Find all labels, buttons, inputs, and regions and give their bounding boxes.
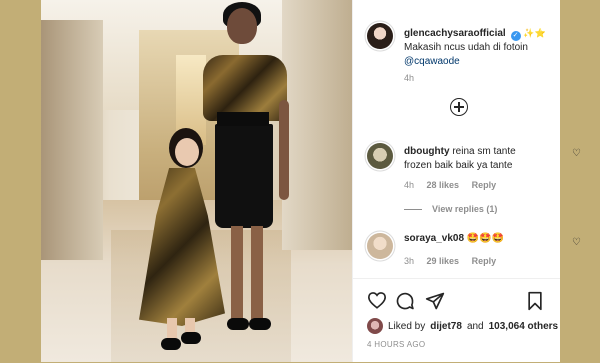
view-replies-label: View replies (1): [432, 204, 498, 214]
author-avatar[interactable]: [367, 23, 393, 49]
photo-wall-right: [282, 0, 352, 250]
action-bar: Liked by dijet78 and 103,064 others 4 HO…: [353, 278, 560, 363]
caption-mention[interactable]: @cqawaode: [404, 56, 460, 67]
likes-count[interactable]: 103,064 others: [489, 321, 559, 332]
girl-face: [175, 138, 199, 166]
comment-username[interactable]: soraya_vk08: [404, 233, 464, 244]
post-time-ago: 4 HOURS AGO: [367, 340, 426, 349]
likes-summary: Liked by dijet78 and 103,064 others: [367, 318, 558, 334]
share-icon[interactable]: [425, 291, 445, 311]
comment-time: 3h: [404, 256, 415, 266]
comment-avatar[interactable]: [367, 143, 393, 169]
girl-shoe-left: [161, 338, 181, 350]
comment-meta: 3h 29 likes Reply: [404, 256, 506, 266]
likes-prefix: Liked by: [388, 320, 426, 332]
caption-emojis: ✨⭐: [523, 28, 546, 38]
woman-shoe-right: [249, 318, 271, 330]
caption-time: 4h: [404, 73, 415, 83]
add-comment-icon[interactable]: [450, 98, 468, 116]
comment-username[interactable]: dboughty: [404, 146, 450, 157]
comment-heart-icon[interactable]: ♡: [572, 237, 581, 248]
caption-username[interactable]: glencachysaraofficial: [404, 28, 506, 39]
bookmark-icon[interactable]: [526, 291, 544, 311]
verified-badge-icon: ✓: [510, 31, 521, 41]
replies-divider: [404, 209, 422, 211]
comment-time: 4h: [404, 180, 415, 190]
woman-head: [227, 8, 257, 44]
woman-belt: [217, 112, 269, 126]
post-side-panel: glencachysaraofficial ✓ ✨⭐ Makasih ncus …: [352, 0, 581, 363]
comment-avatar[interactable]: [367, 233, 393, 259]
photo-wall-left: [41, 20, 103, 260]
heart-icon[interactable]: [367, 291, 387, 309]
liker-avatar[interactable]: [367, 318, 383, 334]
reply-button[interactable]: Reply: [472, 256, 497, 266]
reply-button[interactable]: Reply: [472, 180, 497, 190]
woman-arm: [279, 100, 289, 200]
comment-icon[interactable]: [395, 291, 415, 311]
instagram-post: glencachysaraofficial ✓ ✨⭐ Makasih ncus …: [41, 0, 581, 363]
likes-middle: and: [466, 320, 484, 332]
comment-likes[interactable]: 29 likes: [427, 256, 460, 266]
comment: dboughty reina sm tante frozen baik baik…: [404, 145, 544, 173]
woman-leg-left: [231, 226, 243, 322]
girl-shoe-right: [181, 332, 201, 344]
post-photo[interactable]: [41, 0, 352, 362]
caption-text: Makasih ncus udah di fotoin: [404, 42, 528, 53]
woman-skirt: [215, 124, 273, 228]
view-replies-button[interactable]: View replies (1): [404, 204, 497, 214]
comment-heart-icon[interactable]: ♡: [572, 148, 581, 159]
comment-likes[interactable]: 28 likes: [427, 180, 460, 190]
woman-shoe-left: [227, 318, 249, 330]
liker-username[interactable]: dijet78: [430, 321, 462, 332]
woman-leg-right: [251, 226, 263, 322]
comment-text: 🤩🤩🤩: [466, 233, 505, 244]
comment: soraya_vk08 🤩🤩🤩: [404, 232, 544, 246]
caption: glencachysaraofficial ✓ ✨⭐ Makasih ncus …: [404, 26, 554, 69]
comment-meta: 4h 28 likes Reply: [404, 180, 506, 190]
